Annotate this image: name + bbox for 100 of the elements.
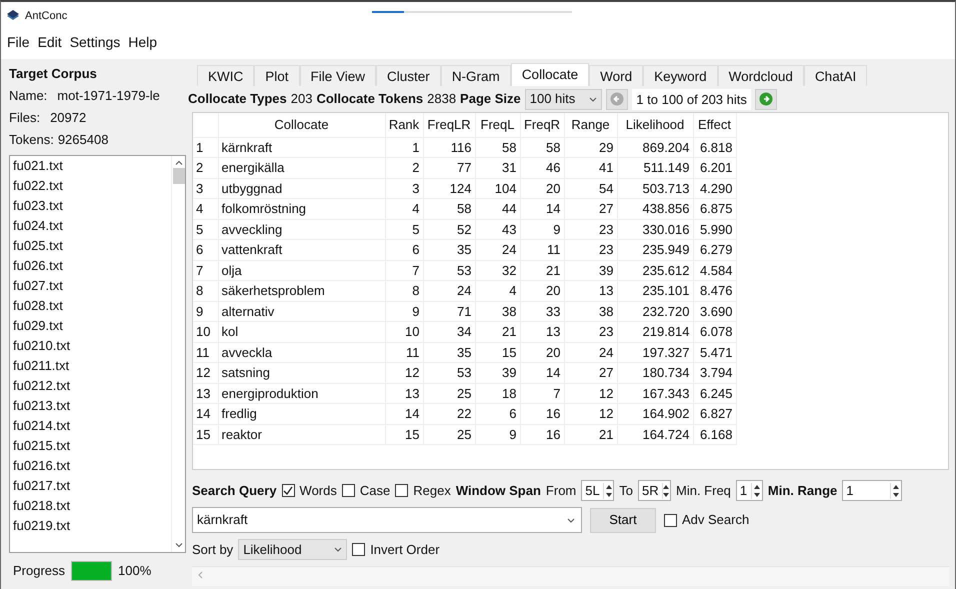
menu-item[interactable]: Settings — [68, 32, 122, 53]
tab[interactable]: Plot — [254, 65, 300, 86]
caret-icon[interactable] — [334, 547, 342, 552]
table-cell: 164.902 — [617, 404, 693, 424]
tab[interactable]: Wordcloud — [718, 65, 804, 86]
list-entry[interactable]: fu0213.txt — [13, 396, 171, 416]
caret-icon[interactable] — [589, 96, 598, 102]
table-cell: 5 — [385, 219, 423, 240]
checkbox[interactable] — [352, 543, 366, 556]
page-size-dropdown[interactable]: 100 hits — [524, 88, 602, 110]
list-entry[interactable]: fu025.txt — [13, 236, 171, 256]
scroll-down-icon[interactable] — [174, 542, 182, 548]
table-cell: 44 — [475, 198, 520, 219]
row-number: 10 — [193, 322, 218, 342]
spin-down-icon[interactable] — [754, 492, 760, 496]
table-cell: 38 — [475, 301, 520, 322]
list-entry[interactable]: fu021.txt — [13, 156, 171, 176]
min-range-spinbox[interactable]: 1 — [842, 480, 902, 501]
list-entry[interactable]: fu026.txt — [13, 256, 171, 276]
row-number: 4 — [193, 198, 218, 219]
table-cell: 58 — [475, 137, 520, 158]
table-cell: 24 — [475, 240, 520, 260]
min-freq-label: Min. Freq — [676, 482, 731, 500]
list-entry[interactable]: fu0219.txt — [13, 516, 171, 536]
menu-item[interactable]: File — [6, 32, 31, 53]
table-cell: 21 — [475, 322, 520, 342]
sort-label: Sort by — [192, 540, 234, 559]
table-cell: olja — [218, 260, 385, 280]
list-entry[interactable]: fu028.txt — [13, 296, 171, 316]
checkbox[interactable] — [282, 484, 295, 497]
table-cell: 33 — [520, 301, 564, 322]
list-entry[interactable]: fu023.txt — [13, 196, 171, 216]
next-button[interactable] — [754, 88, 777, 110]
sort-dropdown[interactable]: Likelihood — [238, 539, 348, 560]
from-spinbox[interactable]: 5L — [581, 480, 614, 501]
list-entry[interactable]: fu0217.txt — [13, 476, 171, 496]
row-number: 14 — [193, 404, 218, 424]
spin-down-icon[interactable] — [893, 492, 900, 496]
tab[interactable]: ChatAI — [804, 65, 868, 86]
tab[interactable]: Word — [589, 65, 644, 86]
checkbox[interactable] — [342, 484, 355, 497]
spin-up-icon[interactable] — [893, 484, 900, 488]
table-cell: 31 — [475, 158, 520, 178]
tab[interactable]: N-Gram — [440, 65, 511, 86]
spin-up-icon[interactable] — [606, 484, 612, 488]
types-label: Collocate Types — [188, 90, 287, 108]
row-number: 11 — [193, 342, 218, 362]
query-field[interactable]: kärnkraft — [192, 507, 582, 533]
table-cell: 1 — [385, 137, 423, 158]
start-button[interactable]: Start — [590, 508, 656, 532]
list-entry[interactable]: fu0211.txt — [13, 356, 171, 376]
checkbox[interactable] — [664, 514, 677, 526]
spin-up-icon[interactable] — [663, 484, 670, 488]
spin-up-icon[interactable] — [754, 484, 760, 488]
app-icon — [6, 10, 20, 22]
tab[interactable]: KWIC — [197, 65, 254, 86]
from-label: From — [546, 482, 576, 500]
menu-item[interactable]: Edit — [36, 32, 63, 53]
list-entry[interactable]: fu029.txt — [13, 316, 171, 336]
table-cell: 53 — [423, 362, 475, 383]
list-entry[interactable]: fu024.txt — [13, 216, 171, 236]
spin-down-icon[interactable] — [663, 492, 670, 496]
list-entry[interactable]: fu027.txt — [13, 276, 171, 296]
to-label: To — [619, 482, 633, 500]
table-cell: 27 — [564, 362, 617, 383]
tab[interactable]: Cluster — [376, 65, 441, 86]
list-entry[interactable]: fu0214.txt — [13, 416, 171, 436]
to-spinbox[interactable]: 5R — [638, 480, 671, 501]
list-entry[interactable]: fu0216.txt — [13, 456, 171, 476]
horizontal-scrollbar[interactable] — [192, 566, 949, 586]
tab[interactable]: Collocate — [510, 63, 590, 86]
min-freq-spinbox[interactable]: 1 — [736, 480, 763, 501]
tab[interactable]: File View — [300, 65, 376, 86]
scroll-up-icon[interactable] — [174, 160, 182, 166]
spin-down-icon[interactable] — [606, 492, 612, 496]
menu-item[interactable]: Help — [127, 32, 158, 53]
window-title: AntConc — [25, 8, 68, 24]
tab[interactable]: Keyword — [643, 65, 718, 86]
min-range-label: Min. Range — [768, 482, 838, 500]
list-entry[interactable]: fu0210.txt — [13, 336, 171, 356]
caret-icon[interactable] — [567, 518, 575, 522]
row-number: 5 — [193, 219, 218, 240]
table-cell: 197.327 — [617, 342, 693, 362]
list-entry[interactable]: fu0218.txt — [13, 496, 171, 516]
column-header: FreqR — [520, 113, 564, 137]
table-cell: 11 — [520, 240, 564, 260]
table-cell: 12 — [564, 404, 617, 424]
list-entry[interactable]: fu0215.txt — [13, 436, 171, 456]
list-entry[interactable]: fu0212.txt — [13, 376, 171, 396]
table-cell: 22 — [423, 404, 475, 424]
list-entry[interactable]: fu022.txt — [13, 176, 171, 196]
checkbox[interactable] — [395, 484, 408, 497]
table-cell: 104 — [475, 178, 520, 198]
table-cell: 14 — [385, 404, 423, 424]
scrollbar[interactable] — [171, 156, 185, 552]
table-cell: 3.794 — [693, 362, 736, 383]
panel-title: Target Corpus — [9, 65, 97, 84]
table-cell: 438.856 — [617, 198, 693, 219]
scroll-thumb[interactable] — [172, 168, 184, 184]
table-cell: 3.690 — [693, 301, 736, 322]
